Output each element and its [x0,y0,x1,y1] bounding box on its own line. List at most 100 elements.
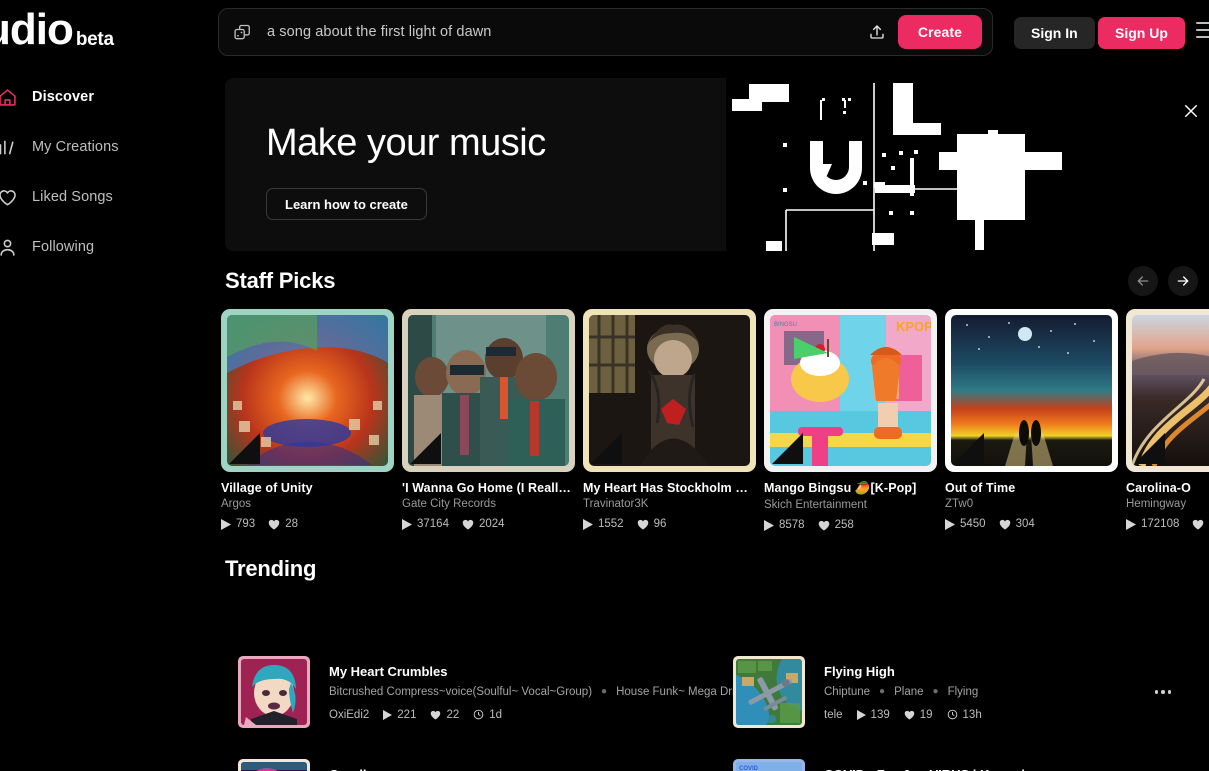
play-icon [1126,518,1136,530]
upload-icon [868,23,886,41]
staff-picks-prev-button[interactable] [1128,266,1158,296]
play-icon [383,709,393,720]
album-artist: Hemingway [1126,498,1187,510]
card-corner-fold [953,433,984,464]
sidebar-item-label: Following [32,239,95,255]
sidebar-item-my-creations[interactable]: My Creations [0,130,218,164]
track-thumbnail[interactable] [238,759,310,771]
track-info: Flying High Chiptune ● Plane ● Flying te… [824,664,1148,721]
track-title: COVID - Fam0us VIRUS | K-pop | [824,767,1148,771]
more-options-icon[interactable] [1148,677,1178,707]
like-count: 96 [637,518,666,530]
sidebar: Discover My Creations Liked Songs Follow… [0,66,218,771]
track-meta: OxiEdi2 221 22 1d [329,709,687,721]
album-title: Carolina-O [1126,481,1191,495]
track-tag: Plane [894,685,924,698]
sidebar-item-label: My Creations [32,139,119,155]
search-input[interactable] [267,24,860,40]
album-card[interactable] [402,309,575,472]
card-corner-fold [1134,433,1165,464]
create-button[interactable]: Create [897,15,982,49]
play-count: 221 [383,709,416,721]
card-corner-fold [229,433,260,464]
album-title: My Heart Has Stockholm Syndr… [583,481,756,495]
staff-pick-card[interactable]: 'I Wanna Go Home (I Really Ha… Gate City… [402,309,575,530]
like-count: 258 [818,519,854,531]
track-info: My Heart Crumbles Bitcrushed Compress~vo… [329,664,754,721]
trending-row[interactable]: FAM0US VIRUS COVID COVID - Fam0us VIRUS … [715,754,1182,771]
play-icon [856,709,866,720]
heart-icon [1193,519,1204,529]
sidebar-item-liked-songs[interactable]: Liked Songs [0,180,218,214]
sidebar-item-discover[interactable]: Discover [0,80,218,114]
tag-separator: ● [601,686,608,697]
track-thumbnail[interactable]: FAM0US VIRUS COVID [733,759,805,771]
staff-pick-card[interactable]: Carolina-O Hemingway 172108 53 [1126,309,1209,530]
upload-button[interactable] [860,15,894,49]
track-tags: Bitcrushed Compress~voice(Soulful~ Vocal… [329,686,754,698]
album-card[interactable] [1126,309,1209,472]
album-stats: 5450 304 [945,518,1118,530]
album-card[interactable]: KPOP BINGSU [764,309,937,472]
like-count: 28 [268,518,298,530]
album-card[interactable] [583,309,756,472]
learn-how-to-create-button[interactable]: Learn how to create [266,188,427,220]
logo-beta-badge: beta [75,29,114,50]
staff-pick-card[interactable]: KPOP BINGSU Mango Bingsu 🥭[K-Pop] Skich … [764,309,937,531]
app-logo[interactable]: udio beta [0,0,218,66]
svg-text:COVID: COVID [739,766,759,771]
track-thumbnail[interactable] [238,656,310,728]
heart-icon [431,710,441,720]
track-tag: Chiptune [824,685,871,698]
sign-up-button[interactable]: Sign Up [1098,17,1185,49]
sidebar-item-following[interactable]: Following [0,230,218,264]
track-user: tele [824,708,843,721]
play-count: 8578 [764,519,805,531]
staff-picks-next-button[interactable] [1168,266,1198,296]
staff-pick-card[interactable]: Village of Unity Argos 793 28 [221,309,394,530]
dice-icon[interactable] [233,22,253,42]
hamburger-icon[interactable] [1196,22,1209,38]
search-bar[interactable]: Create [218,8,993,56]
heart-icon [999,519,1010,529]
play-count: 139 [856,709,890,721]
main-content: Make your music Learn how to create Staf… [218,66,1209,771]
play-count: 793 [221,518,255,530]
album-stats: 172108 53 [1126,518,1209,530]
album-stats: 1552 96 [583,518,756,530]
top-bar: udio beta Create Sign In Sign Up [0,0,1209,66]
tag-separator: ● [879,686,886,697]
logo-text: udio [0,5,74,54]
play-count: 1552 [583,518,624,530]
heart-icon [637,519,648,529]
play-count: 37164 [402,518,449,530]
sign-in-button[interactable]: Sign In [1014,17,1095,49]
album-stats: 793 28 [221,518,394,530]
trending-row[interactable]: My Heart Crumbles Bitcrushed Compress~vo… [220,651,754,733]
svg-text:BINGSU: BINGSU [774,322,797,328]
banner-artwork [726,78,1209,251]
album-artist: Gate City Records [402,498,496,510]
close-icon[interactable] [1180,100,1202,122]
track-meta: tele 139 19 13h [824,709,1148,721]
like-count: 2024 [462,518,505,530]
album-artist: Argos [221,498,252,510]
play-count: 5450 [945,518,986,530]
card-corner-fold [591,433,622,464]
track-thumbnail[interactable] [733,656,805,728]
album-title: Mango Bingsu 🥭[K-Pop] [764,481,917,495]
staff-picks-carousel[interactable]: Village of Unity Argos 793 28 'I Wanna G… [218,309,1209,539]
play-icon [221,518,231,530]
trending-row[interactable]: Flying High Chiptune ● Plane ● Flying te… [715,651,1182,733]
staff-pick-card[interactable]: My Heart Has Stockholm Syndr… Travinator… [583,309,756,530]
staff-pick-card[interactable]: Out of Time ZTw0 5450 304 [945,309,1118,530]
trending-row[interactable]: Goodbye Synthpop ● Electronic ● Power ba… [220,754,687,771]
tag-separator: ● [932,686,939,697]
album-title: Out of Time [945,481,1016,495]
like-count: 53 [1192,518,1209,530]
track-tags: Chiptune ● Plane ● Flying [824,686,1148,698]
play-icon [583,518,593,530]
album-card[interactable] [945,309,1118,472]
trending-title: Trending [225,556,317,581]
album-card[interactable] [221,309,394,472]
